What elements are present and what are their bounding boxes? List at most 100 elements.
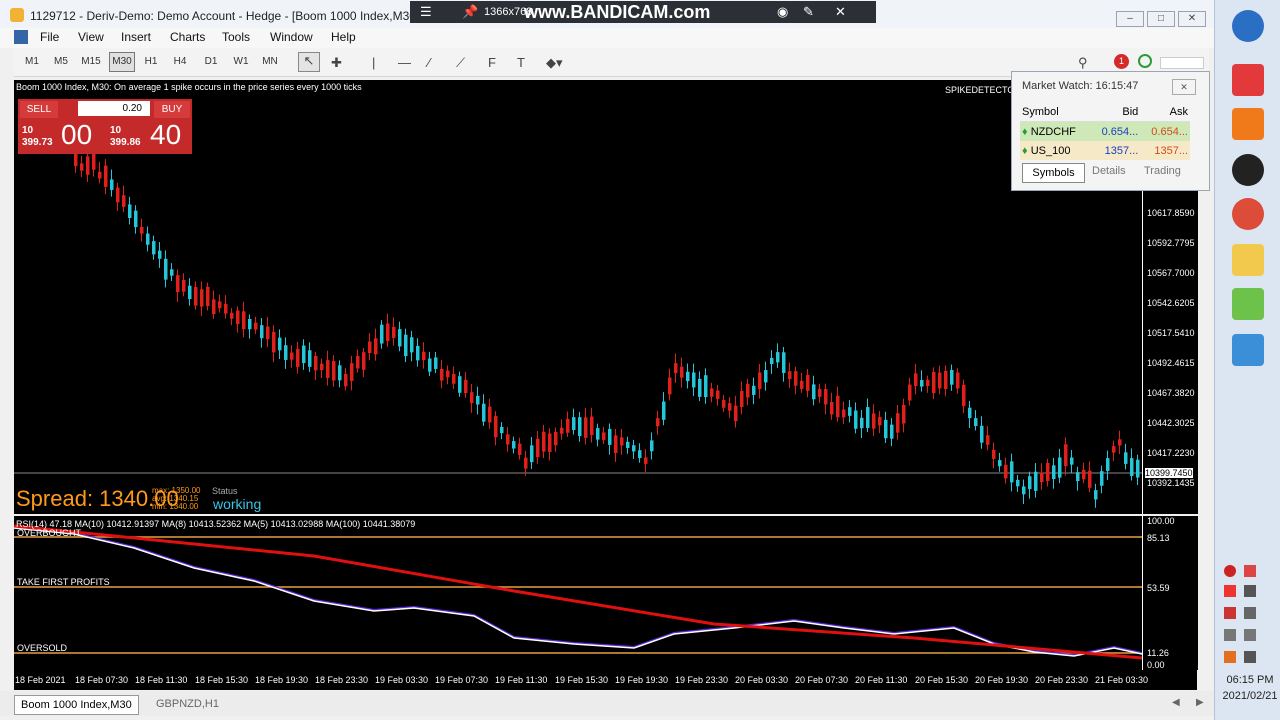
candle-body xyxy=(668,377,672,395)
timeframe-h4[interactable]: H4 xyxy=(168,56,192,67)
timeframe-d1[interactable]: D1 xyxy=(199,56,223,67)
candle-body xyxy=(938,372,942,389)
timeframe-m1[interactable]: M1 xyxy=(20,56,44,67)
menu-help[interactable]: Help xyxy=(331,30,356,44)
time-tick: 19 Feb 23:30 xyxy=(675,675,729,685)
candle-body xyxy=(1064,444,1068,467)
menu-tools[interactable]: Tools xyxy=(222,30,250,44)
menu-view[interactable]: View xyxy=(78,30,104,44)
tab-boom-1000[interactable]: Boom 1000 Index,M30 xyxy=(14,695,139,715)
channel-icon[interactable]: ⟋ xyxy=(456,55,465,71)
trendline-icon[interactable]: ∕ xyxy=(428,55,430,70)
tray-app-icon[interactable] xyxy=(1244,565,1256,577)
price-tick: 10417.2230 xyxy=(1147,448,1195,458)
candle-body xyxy=(182,279,186,292)
col-symbol[interactable]: Symbol xyxy=(1020,102,1091,122)
tray-volume-icon[interactable] xyxy=(1244,629,1256,641)
time-tick: 18 Feb 07:30 xyxy=(75,675,129,685)
system-clock[interactable]: 06:15 PM 2021/02/21 xyxy=(1220,674,1280,702)
notification-badge[interactable]: 1 xyxy=(1114,54,1129,69)
row-ask: 1357... xyxy=(1154,144,1188,157)
lot-input[interactable]: 0.20 xyxy=(78,101,150,116)
close-button[interactable]: ✕ xyxy=(1178,11,1206,27)
shapes-icon[interactable]: ◆▾ xyxy=(546,55,563,71)
tray-app3-icon[interactable] xyxy=(1224,607,1236,619)
menu-charts[interactable]: Charts xyxy=(170,30,205,44)
tab-symbols[interactable]: Symbols xyxy=(1022,163,1085,183)
close-recorder-icon[interactable]: ✕ xyxy=(835,4,846,20)
candle-body xyxy=(830,402,834,415)
overbought-label: OVERBOUGHT xyxy=(17,528,82,538)
menu-icon[interactable]: ☰ xyxy=(420,4,432,20)
tab-trading[interactable]: Trading xyxy=(1144,165,1181,177)
candle-body xyxy=(866,407,870,428)
search-icon[interactable]: ⚲ xyxy=(1078,55,1088,71)
cursor-tool-icon[interactable]: ↖ xyxy=(298,52,320,72)
candle-body xyxy=(1094,490,1098,500)
timeframe-m15[interactable]: M15 xyxy=(79,56,103,67)
tray-record-icon[interactable] xyxy=(1224,565,1236,577)
candle-body xyxy=(782,352,786,373)
chrome-icon[interactable] xyxy=(1232,198,1264,230)
menu-insert[interactable]: Insert xyxy=(121,30,151,44)
candle-body xyxy=(1112,446,1116,453)
tab-details[interactable]: Details xyxy=(1092,165,1126,177)
tab-scroll-left-icon[interactable]: ◀ xyxy=(1172,697,1180,708)
tray-network-icon[interactable] xyxy=(1224,629,1236,641)
rsi-indicator-panel[interactable] xyxy=(13,516,1143,670)
pin-icon[interactable]: 📌 xyxy=(462,4,478,20)
signal-icon[interactable] xyxy=(1138,54,1152,68)
fibonacci-icon[interactable]: F xyxy=(488,55,496,70)
col-ask[interactable]: Ask xyxy=(1140,102,1190,122)
time-tick: 19 Feb 11:30 xyxy=(495,675,548,685)
candle-body xyxy=(530,445,534,463)
close-market-watch-icon[interactable]: ✕ xyxy=(1172,79,1196,95)
candle-body xyxy=(410,337,414,353)
camera-icon[interactable]: ◉ xyxy=(777,4,788,20)
col-bid[interactable]: Bid xyxy=(1090,102,1141,122)
menu-window[interactable]: Window xyxy=(270,30,313,44)
candle-body xyxy=(878,416,882,426)
app-taskbar-icon[interactable] xyxy=(1232,64,1264,96)
menu-file[interactable]: File xyxy=(40,30,59,44)
table-row[interactable]: ♦ NZDCHF 0.654... 0.654... xyxy=(1020,121,1190,141)
tray-lang-icon[interactable] xyxy=(1244,651,1256,663)
buy-button[interactable]: BUY xyxy=(154,101,190,118)
candle-body xyxy=(1010,461,1014,483)
candle-body xyxy=(1004,464,1008,479)
candle-body xyxy=(164,258,168,280)
metatrader-icon[interactable] xyxy=(1232,334,1264,366)
crosshair-tool-icon[interactable]: ✚ xyxy=(331,55,342,71)
candle-body xyxy=(218,301,222,309)
horizontal-line-icon[interactable]: — xyxy=(398,55,411,70)
tray-battery-icon[interactable] xyxy=(1244,607,1256,619)
spike-detector-label: SPIKEDETECTO xyxy=(945,85,1015,95)
tab-gbpnzd[interactable]: GBPNZD,H1 xyxy=(150,695,225,713)
maximize-button[interactable]: □ xyxy=(1147,11,1175,27)
pen-icon[interactable]: ✎ xyxy=(803,4,814,20)
media-player-icon[interactable] xyxy=(1232,108,1264,140)
start-button-icon[interactable] xyxy=(1232,10,1264,42)
vertical-line-icon[interactable]: | xyxy=(372,55,375,70)
tray-app2-icon[interactable] xyxy=(1224,585,1236,597)
sell-button[interactable]: SELL xyxy=(20,101,58,118)
timeframe-mn[interactable]: MN xyxy=(258,56,282,67)
timeframe-m30[interactable]: M30 xyxy=(109,52,135,72)
row-bid: 0.654... xyxy=(1101,125,1139,138)
candle-body xyxy=(440,368,444,381)
timeframe-w1[interactable]: W1 xyxy=(229,56,253,67)
tray-flag-icon[interactable] xyxy=(1244,585,1256,597)
candle-body xyxy=(806,374,810,391)
table-row[interactable]: ♦ US_100 1357... 1357... xyxy=(1020,141,1190,160)
tray-app4-icon[interactable] xyxy=(1224,651,1236,663)
candle-body xyxy=(920,380,924,387)
timeframe-m5[interactable]: M5 xyxy=(49,56,73,67)
minimize-button[interactable]: – xyxy=(1116,11,1144,27)
tab-scroll-right-icon[interactable]: ▶ xyxy=(1196,697,1204,708)
price-tick: 10467.3820 xyxy=(1147,388,1195,398)
recorder-taskbar-icon[interactable] xyxy=(1232,154,1264,186)
timeframe-h1[interactable]: H1 xyxy=(139,56,163,67)
folder-icon[interactable] xyxy=(1232,244,1264,276)
green-app-icon[interactable] xyxy=(1232,288,1264,320)
text-tool-icon[interactable]: T xyxy=(517,55,525,70)
